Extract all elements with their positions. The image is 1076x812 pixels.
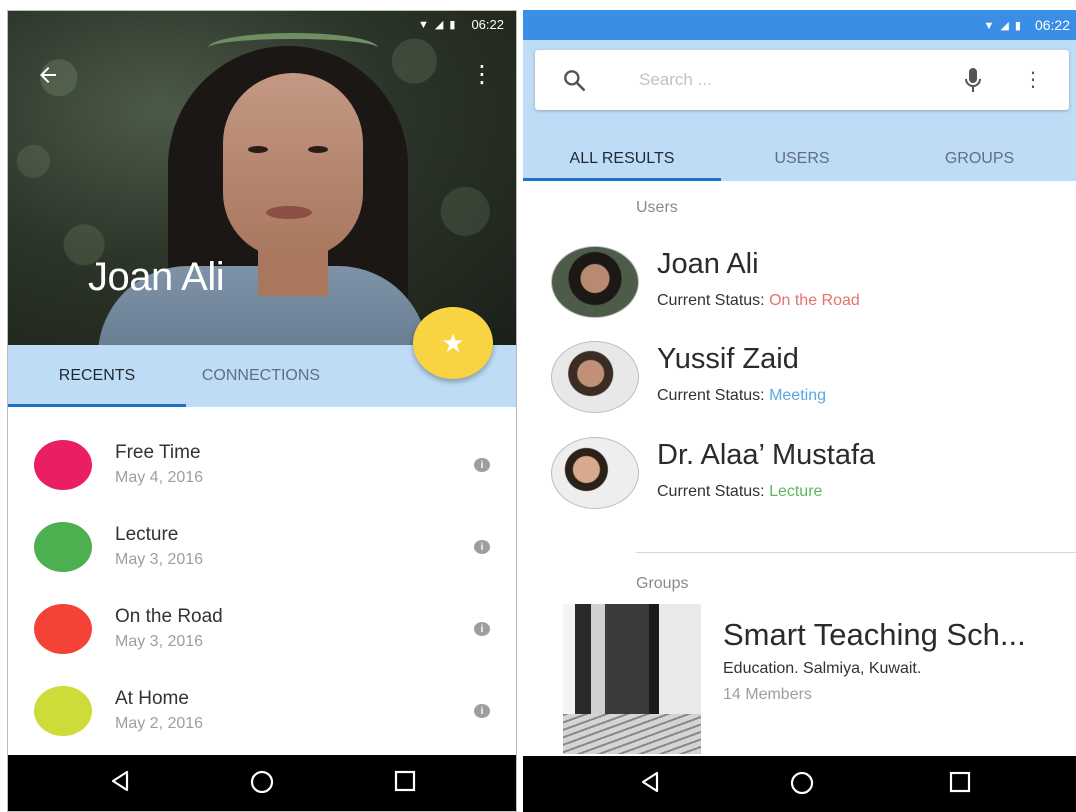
nav-recents-icon[interactable] [948, 770, 972, 801]
profile-screen: ▼◢▮ 06:22 ⋮ Joan Ali RECENTS CONNECTIONS… [7, 10, 517, 812]
info-icon[interactable]: i [474, 540, 490, 554]
group-member-count: 14 Members [723, 686, 812, 703]
avatar [551, 341, 639, 413]
group-location: Education. Salmiya, Kuwait. [723, 660, 922, 677]
search-results-screen: ▼◢▮ 06:22 ⋮ ALL RESULTS USERS GROUPS [523, 10, 1076, 812]
recent-date: May 3, 2016 [115, 551, 204, 568]
status-time: 06:22 [1034, 17, 1070, 33]
nav-back-icon[interactable] [638, 770, 662, 801]
status-color-dot [34, 604, 92, 654]
recent-title: On the Road [115, 606, 223, 627]
navigation-bar [8, 755, 516, 811]
more-options-icon[interactable]: ⋮ [1023, 66, 1043, 94]
profile-cover-photo [8, 11, 516, 345]
nav-recents-icon[interactable] [393, 769, 417, 800]
avatar [551, 437, 639, 509]
user-status: Current Status: Meeting [657, 387, 826, 404]
profile-name: Joan Ali [88, 255, 225, 299]
section-divider [636, 552, 1076, 553]
status-bar: ▼◢▮ 06:22 [523, 10, 1076, 40]
favorite-button[interactable]: ★ [413, 307, 493, 379]
search-input[interactable] [639, 66, 939, 94]
status-color-dot [34, 440, 92, 490]
nav-back-icon[interactable] [108, 769, 132, 800]
group-name: Smart Teaching Sch... [723, 617, 1026, 652]
nav-home-icon[interactable] [249, 769, 275, 802]
user-name: Yussif Zaid [657, 343, 799, 375]
user-result-row[interactable]: Dr. Alaa’ Mustafa Current Status: Lectur… [523, 437, 1076, 527]
user-result-row[interactable]: Yussif Zaid Current Status: Meeting [523, 341, 1076, 431]
recents-list: Free Time May 4, 2016 i Lecture May 3, 2… [8, 429, 516, 757]
star-icon: ★ [441, 327, 465, 358]
status-value: Lecture [769, 483, 823, 500]
list-item[interactable]: At Home May 2, 2016 i [8, 675, 516, 757]
user-status: Current Status: On the Road [657, 292, 860, 309]
tab-users[interactable]: USERS [721, 140, 883, 178]
users-section-label: Users [636, 199, 678, 216]
info-icon[interactable]: i [474, 704, 490, 718]
back-arrow-icon[interactable] [36, 63, 60, 92]
microphone-icon[interactable] [963, 66, 983, 94]
tab-connections[interactable]: CONNECTIONS [186, 345, 336, 407]
user-name: Dr. Alaa’ Mustafa [657, 439, 876, 471]
signal-icons: ▼◢▮ [983, 19, 1027, 32]
tab-all-results[interactable]: ALL RESULTS [523, 140, 721, 178]
avatar [551, 246, 639, 318]
user-name: Joan Ali [657, 248, 759, 280]
recent-title: Lecture [115, 524, 179, 545]
recent-date: May 4, 2016 [115, 469, 204, 486]
recent-date: May 2, 2016 [115, 715, 204, 732]
more-options-icon[interactable]: ⋮ [470, 63, 494, 87]
list-item[interactable]: Free Time May 4, 2016 i [8, 429, 516, 511]
signal-icons: ▼◢▮ [418, 18, 462, 31]
active-tab-indicator [523, 178, 721, 181]
list-item[interactable]: On the Road May 3, 2016 i [8, 593, 516, 675]
recent-title: At Home [115, 688, 189, 709]
nav-home-icon[interactable] [789, 770, 815, 803]
user-status: Current Status: Lecture [657, 483, 823, 500]
status-time: 06:22 [471, 16, 504, 32]
search-icon[interactable] [561, 67, 587, 93]
search-tabs: ALL RESULTS USERS GROUPS [523, 140, 1076, 181]
user-result-row[interactable]: Joan Ali Current Status: On the Road [523, 246, 1076, 336]
info-icon[interactable]: i [474, 458, 490, 472]
search-header: ⋮ ALL RESULTS USERS GROUPS [523, 40, 1076, 181]
active-tab-indicator [8, 404, 186, 407]
recent-title: Free Time [115, 442, 201, 463]
recent-date: May 3, 2016 [115, 633, 204, 650]
search-bar: ⋮ [535, 50, 1069, 110]
list-item[interactable]: Lecture May 3, 2016 i [8, 511, 516, 593]
status-bar: ▼◢▮ 06:22 [8, 11, 516, 37]
status-value: On the Road [769, 292, 860, 309]
status-value: Meeting [769, 387, 826, 404]
tab-recents[interactable]: RECENTS [8, 345, 186, 407]
groups-section-label: Groups [636, 575, 689, 592]
info-icon[interactable]: i [474, 622, 490, 636]
tab-groups[interactable]: GROUPS [883, 140, 1076, 178]
status-color-dot [34, 686, 92, 736]
status-color-dot [34, 522, 92, 572]
navigation-bar [523, 756, 1076, 812]
group-thumbnail [563, 604, 701, 754]
